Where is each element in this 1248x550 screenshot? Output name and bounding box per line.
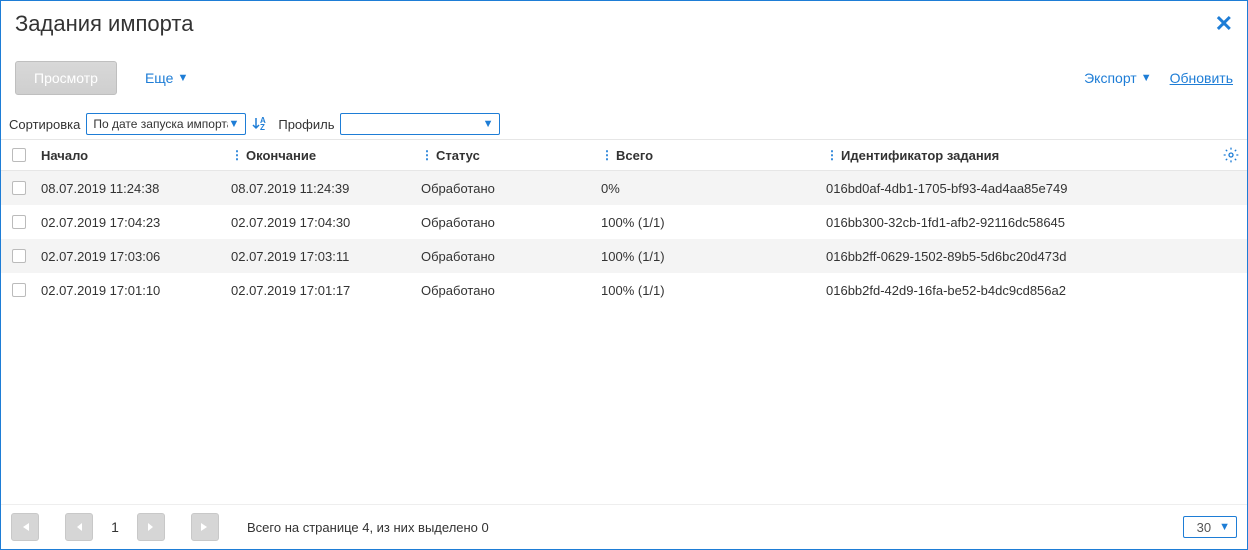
pagesize-value: 30 — [1197, 520, 1211, 535]
row-checkbox[interactable] — [12, 181, 26, 195]
export-label: Экспорт — [1084, 70, 1137, 86]
row-check-cell — [1, 215, 37, 229]
cell-start: 02.07.2019 17:03:06 — [37, 249, 227, 264]
view-button[interactable]: Просмотр — [15, 61, 117, 95]
pagesize-select[interactable]: 30 ▼ — [1183, 516, 1237, 538]
last-page-button[interactable] — [191, 513, 219, 541]
cell-id: 016bb2fd-42d9-16fa-be52-b4dc9cd856a2 — [822, 283, 1247, 298]
next-page-button[interactable] — [137, 513, 165, 541]
column-label: Статус — [436, 148, 480, 163]
gear-icon[interactable] — [1223, 147, 1239, 163]
svg-text:Z: Z — [260, 123, 265, 132]
sort-select[interactable]: По дате запуска импорта ▼ — [86, 113, 246, 135]
table: Начало ⋮ Окончание ⋮ Статус ⋮ Всего ⋮ Ид… — [1, 139, 1247, 504]
cell-end: 02.07.2019 17:01:17 — [227, 283, 417, 298]
cell-id: 016bd0af-4db1-1705-bf93-4ad4aa85e749 — [822, 181, 1247, 196]
row-checkbox[interactable] — [12, 283, 26, 297]
cell-id: 016bb2ff-0629-1502-89b5-5d6bc20d473d — [822, 249, 1247, 264]
chevron-down-icon: ▼ — [1141, 72, 1152, 84]
table-row[interactable]: 02.07.2019 17:03:0602.07.2019 17:03:11Об… — [1, 239, 1247, 273]
row-checkbox[interactable] — [12, 249, 26, 263]
sort-direction-icon[interactable]: AZ — [252, 116, 268, 132]
sort-label: Сортировка — [9, 117, 80, 132]
first-page-button[interactable] — [11, 513, 39, 541]
profile-select[interactable]: ▼ — [340, 113, 500, 135]
column-header-start[interactable]: Начало — [37, 148, 227, 163]
column-label: Окончание — [246, 148, 316, 163]
table-row[interactable]: 02.07.2019 17:04:2302.07.2019 17:04:30Об… — [1, 205, 1247, 239]
column-label: Идентификатор задания — [841, 148, 999, 163]
profile-label: Профиль — [278, 117, 334, 132]
select-all-cell — [1, 148, 37, 162]
cell-total: 100% (1/1) — [597, 283, 822, 298]
cell-start: 02.07.2019 17:04:23 — [37, 215, 227, 230]
import-tasks-window: Задания импорта ✕ Просмотр Еще ▼ Экспорт… — [0, 0, 1248, 550]
table-row[interactable]: 02.07.2019 17:01:1002.07.2019 17:01:17Об… — [1, 273, 1247, 307]
export-menu[interactable]: Экспорт ▼ — [1084, 70, 1152, 86]
more-menu[interactable]: Еще ▼ — [145, 70, 188, 86]
column-header-total[interactable]: ⋮ Всего — [597, 148, 822, 163]
column-resize-handle[interactable]: ⋮ — [231, 148, 242, 162]
column-header-end[interactable]: ⋮ Окончание — [227, 148, 417, 163]
cell-start: 08.07.2019 11:24:38 — [37, 181, 227, 196]
window-title: Задания импорта — [15, 11, 193, 37]
cell-id: 016bb300-32cb-1fd1-afb2-92116dc58645 — [822, 215, 1247, 230]
prev-page-button[interactable] — [65, 513, 93, 541]
cell-status: Обработано — [417, 249, 597, 264]
cell-status: Обработано — [417, 181, 597, 196]
column-resize-handle[interactable]: ⋮ — [421, 148, 432, 162]
close-icon[interactable]: ✕ — [1215, 13, 1233, 35]
refresh-link[interactable]: Обновить — [1170, 70, 1233, 86]
page-number: 1 — [101, 519, 129, 535]
toolbar: Просмотр Еще ▼ Экспорт ▼ Обновить — [1, 43, 1247, 109]
chevron-down-icon: ▼ — [1219, 521, 1230, 533]
filter-bar: Сортировка По дате запуска импорта ▼ AZ … — [1, 109, 1247, 139]
pager-status: Всего на странице 4, из них выделено 0 — [247, 520, 489, 535]
cell-total: 100% (1/1) — [597, 215, 822, 230]
column-header-status[interactable]: ⋮ Статус — [417, 148, 597, 163]
sort-value: По дате запуска импорта — [93, 117, 228, 131]
cell-start: 02.07.2019 17:01:10 — [37, 283, 227, 298]
table-header: Начало ⋮ Окончание ⋮ Статус ⋮ Всего ⋮ Ид… — [1, 139, 1247, 171]
cell-total: 100% (1/1) — [597, 249, 822, 264]
column-label: Всего — [616, 148, 653, 163]
table-row[interactable]: 08.07.2019 11:24:3808.07.2019 11:24:39Об… — [1, 171, 1247, 205]
column-resize-handle[interactable]: ⋮ — [601, 148, 612, 162]
column-resize-handle[interactable]: ⋮ — [826, 148, 837, 162]
titlebar: Задания импорта ✕ — [1, 1, 1247, 43]
pager: 1 Всего на странице 4, из них выделено 0… — [1, 504, 1247, 549]
cell-end: 02.07.2019 17:03:11 — [227, 249, 417, 264]
column-header-id[interactable]: ⋮ Идентификатор задания — [822, 148, 1247, 163]
cell-status: Обработано — [417, 283, 597, 298]
row-check-cell — [1, 249, 37, 263]
cell-end: 02.07.2019 17:04:30 — [227, 215, 417, 230]
column-label: Начало — [41, 148, 88, 163]
row-checkbox[interactable] — [12, 215, 26, 229]
row-check-cell — [1, 181, 37, 195]
cell-status: Обработано — [417, 215, 597, 230]
chevron-down-icon: ▼ — [177, 72, 188, 84]
more-label: Еще — [145, 70, 174, 86]
row-check-cell — [1, 283, 37, 297]
cell-end: 08.07.2019 11:24:39 — [227, 181, 417, 196]
select-all-checkbox[interactable] — [12, 148, 26, 162]
cell-total: 0% — [597, 181, 822, 196]
chevron-down-icon: ▼ — [228, 118, 239, 130]
chevron-down-icon: ▼ — [483, 118, 494, 130]
